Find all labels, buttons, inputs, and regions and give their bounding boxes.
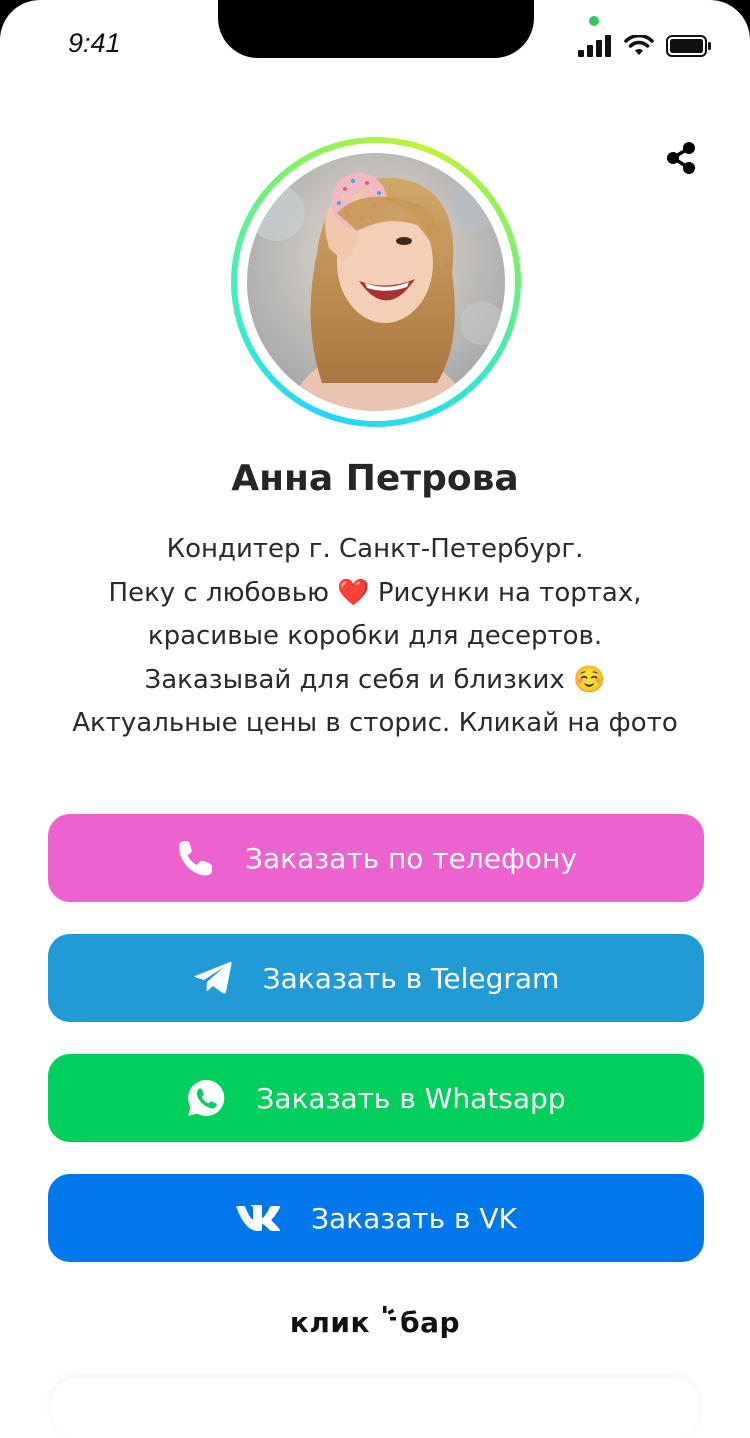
bottom-card: [52, 1378, 698, 1438]
bio-line: Пеку с любовью ❤️ Рисунки на тортах,: [108, 577, 642, 608]
signal-icon: [578, 35, 611, 57]
order-whatsapp-label: Заказать в Whatsapp: [256, 1081, 566, 1115]
status-time: 9:41: [68, 28, 121, 58]
bio-line: Заказывай для себя и близких ☺️: [144, 664, 606, 695]
avatar-photo: [247, 153, 505, 411]
profile-bio: Кондитер г. Санкт-Петербург. Пеку с любо…: [40, 528, 710, 746]
bio-line: Актуальные цены в сторис. Кликай на фото: [72, 708, 678, 738]
order-vk-button[interactable]: Заказать в VK: [48, 1174, 704, 1262]
logo-spark-icon: [383, 1306, 397, 1321]
logo-text-right: бар: [400, 1306, 461, 1339]
status-icons: [578, 33, 712, 59]
order-by-phone-label: Заказать по телефону: [245, 841, 577, 875]
order-by-phone-button[interactable]: Заказать по телефону: [48, 814, 704, 902]
order-telegram-label: Заказать в Telegram: [262, 961, 560, 995]
battery-icon: [666, 35, 711, 57]
screen-corner-left: [0, 0, 80, 80]
camera-indicator-icon: [589, 16, 599, 26]
bio-line: Кондитер г. Санкт-Петербург.: [166, 534, 584, 564]
telegram-icon: [194, 961, 232, 994]
order-telegram-button[interactable]: Заказать в Telegram: [48, 934, 704, 1022]
phone-icon: [179, 841, 213, 876]
share-icon: [667, 142, 695, 174]
klikbar-logo[interactable]: клик бар: [0, 1306, 750, 1339]
phone-notch: [218, 0, 534, 58]
share-button[interactable]: [663, 140, 699, 176]
profile-name: Анна Петрова: [231, 458, 519, 499]
logo-text-left: клик: [289, 1306, 371, 1339]
bio-line: красивые коробки для десертов.: [147, 621, 603, 651]
vk-icon: [236, 1205, 281, 1231]
screen-corner-right: [670, 0, 750, 80]
avatar[interactable]: [231, 137, 521, 427]
order-whatsapp-button[interactable]: Заказать в Whatsapp: [48, 1054, 704, 1142]
whatsapp-icon: [188, 1079, 225, 1116]
order-vk-label: Заказать в VK: [311, 1201, 517, 1235]
wifi-icon: [624, 35, 654, 55]
